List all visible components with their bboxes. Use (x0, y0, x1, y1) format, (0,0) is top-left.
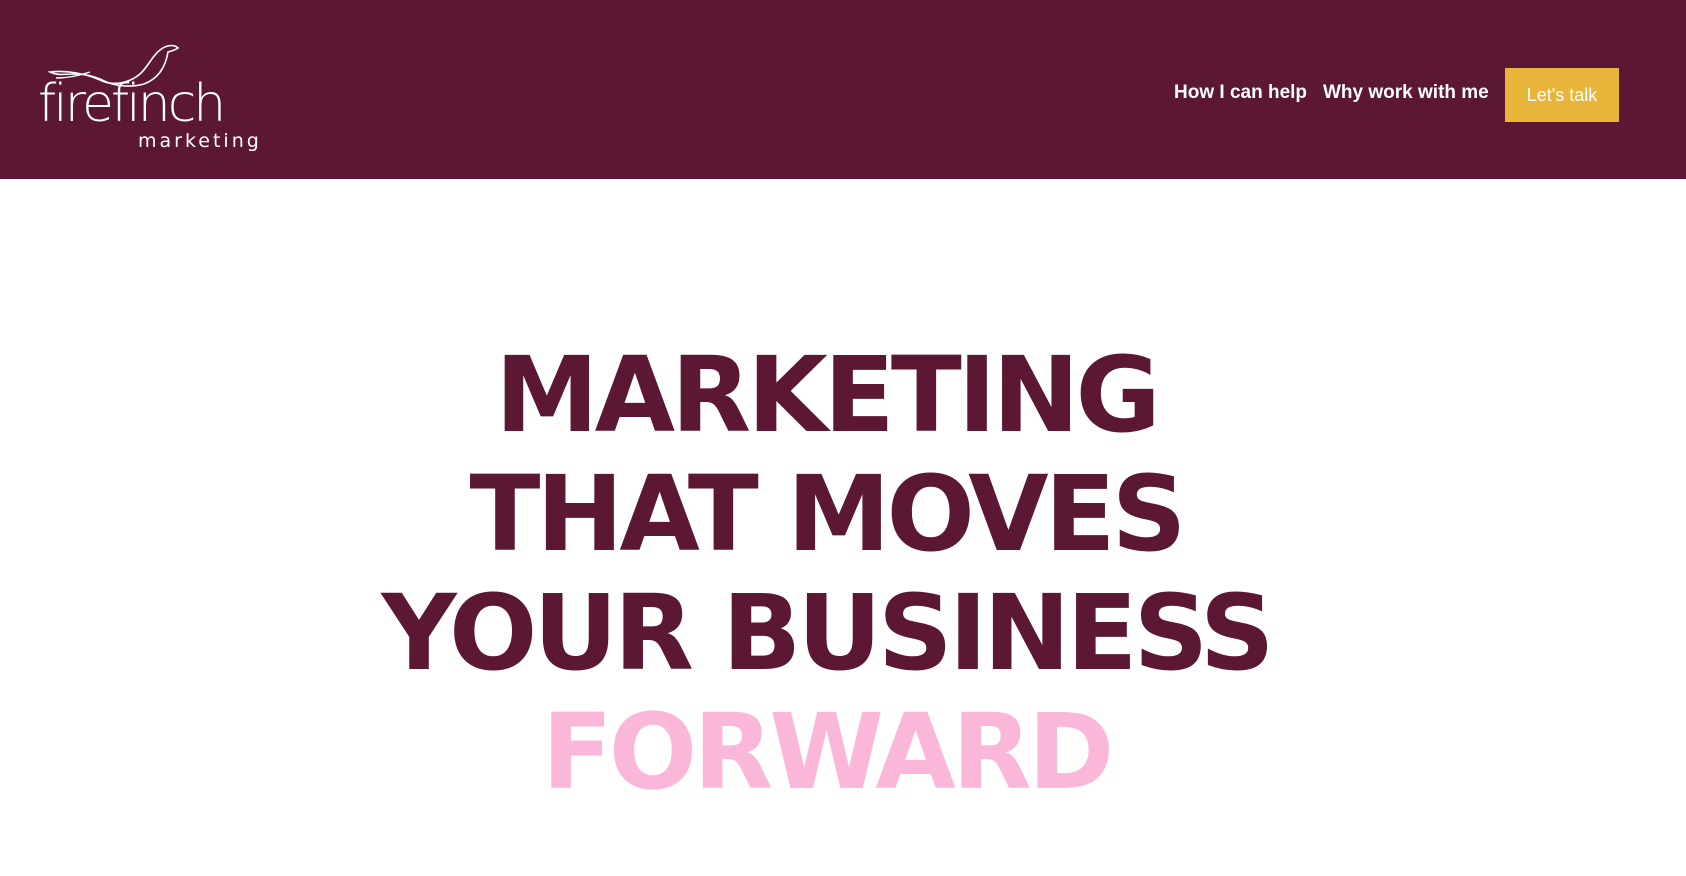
hero-accent-line: FORWARD (541, 691, 1114, 813)
brand-tagline: marketing (138, 130, 262, 152)
brand-logo[interactable]: firefinch marketing (38, 34, 259, 158)
site-header: firefinch marketing How I can help Why w… (0, 0, 1686, 179)
nav-link-how-i-can-help[interactable]: How I can help (1174, 82, 1307, 105)
hero-line-3: YOUR BUSINESS (381, 572, 1274, 694)
hero-line-2: THAT MOVES (469, 453, 1186, 575)
brand-name: firefinch (38, 74, 226, 134)
hero-headline: MARKETING THAT MOVES YOUR BUSINESS FORWA… (0, 336, 1686, 812)
nav-link-why-work-with-me[interactable]: Why work with me (1323, 82, 1489, 105)
hero-line-1: MARKETING (495, 334, 1161, 456)
lets-talk-button[interactable]: Let's talk (1505, 68, 1619, 122)
